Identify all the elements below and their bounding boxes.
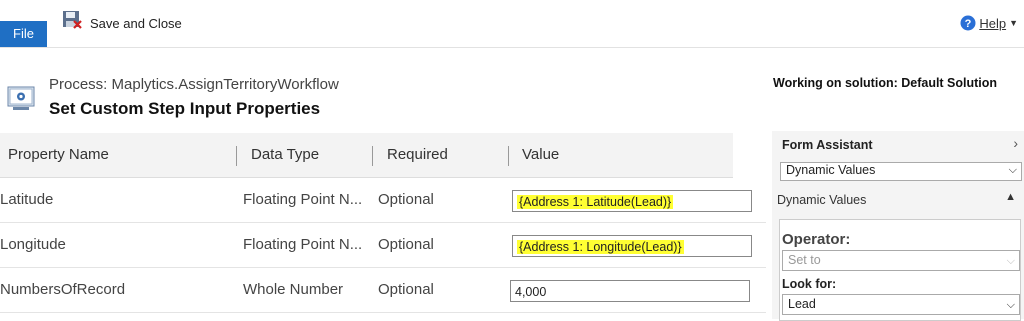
column-divider xyxy=(236,146,237,166)
column-divider xyxy=(508,146,509,166)
value-input[interactable]: {Address 1: Latitude(Lead)} xyxy=(512,190,752,212)
grid-header: Property Name Data Type Required Value xyxy=(0,133,733,178)
page-title: Set Custom Step Input Properties xyxy=(49,99,321,118)
help-menu[interactable]: ? Help ▼ xyxy=(960,15,1018,31)
property-name-cell: Latitude xyxy=(0,191,54,208)
property-name-cell: NumbersOfRecord xyxy=(0,281,126,298)
solution-label: Working on solution: Default Solution xyxy=(773,76,998,90)
operator-select[interactable]: Set to ⌵ xyxy=(782,250,1020,271)
svg-text:?: ? xyxy=(965,18,972,30)
help-icon: ? xyxy=(960,15,976,31)
file-button[interactable]: File xyxy=(0,21,47,47)
chevron-down-icon: ▼ xyxy=(1009,18,1018,28)
data-type-cell: Floating Point N... xyxy=(243,191,363,208)
operator-label: Operator: xyxy=(782,231,851,248)
operator-value: Set to xyxy=(788,253,821,267)
chevron-down-icon: ⌵ xyxy=(1006,255,1015,267)
column-header-data-type[interactable]: Data Type xyxy=(251,133,319,177)
required-cell: Optional xyxy=(378,281,434,298)
property-name-cell: Longitude xyxy=(0,236,66,253)
collapse-panel-icon[interactable]: › xyxy=(1013,135,1018,151)
dynamic-value-token: {Address 1: Longitude(Lead)} xyxy=(517,240,684,254)
column-header-value[interactable]: Value xyxy=(522,133,559,177)
form-assistant-panel: Form Assistant › Dynamic Values ⌵ Dynami… xyxy=(772,131,1024,321)
process-icon xyxy=(7,86,35,110)
table-row: NumbersOfRecord Whole Number Optional 4,… xyxy=(0,268,766,313)
dynamic-value-token: {Address 1: Latitude(Lead)} xyxy=(517,195,674,209)
required-cell: Optional xyxy=(378,236,434,253)
chevron-down-icon: ⌵ xyxy=(1006,299,1015,311)
form-assistant-selected: Dynamic Values xyxy=(786,163,876,177)
ribbon-toolbar: File Save and Close ? Help ▼ xyxy=(0,0,1024,48)
value-input[interactable]: {Address 1: Longitude(Lead)} xyxy=(512,235,752,257)
value-input[interactable]: 4,000 xyxy=(510,280,750,302)
data-type-cell: Whole Number xyxy=(243,281,344,298)
save-and-close-button[interactable]: Save and Close xyxy=(62,10,182,36)
collapse-section-icon[interactable]: ▲ xyxy=(1005,191,1016,203)
save-close-icon xyxy=(63,11,82,29)
look-for-value: Lead xyxy=(788,297,816,311)
form-assistant-title: Form Assistant xyxy=(782,138,873,152)
required-cell: Optional xyxy=(378,191,434,208)
column-divider xyxy=(372,146,373,166)
look-for-label: Look for: xyxy=(782,277,837,291)
help-label: Help xyxy=(979,15,1007,31)
save-and-close-label: Save and Close xyxy=(90,16,182,31)
form-assistant-select[interactable]: Dynamic Values ⌵ xyxy=(780,162,1022,181)
dynamic-values-header: Dynamic Values xyxy=(777,193,867,207)
table-row: Longitude Floating Point N... Optional {… xyxy=(0,223,766,268)
column-header-required[interactable]: Required xyxy=(387,133,448,177)
look-for-select[interactable]: Lead ⌵ xyxy=(782,294,1020,315)
process-label: Process: Maplytics.AssignTerritoryWorkfl… xyxy=(49,76,339,93)
table-row: Latitude Floating Point N... Optional {A… xyxy=(0,178,766,223)
column-header-property-name[interactable]: Property Name xyxy=(8,133,109,177)
chevron-down-icon: ⌵ xyxy=(1008,164,1017,176)
data-type-cell: Floating Point N... xyxy=(243,236,363,253)
